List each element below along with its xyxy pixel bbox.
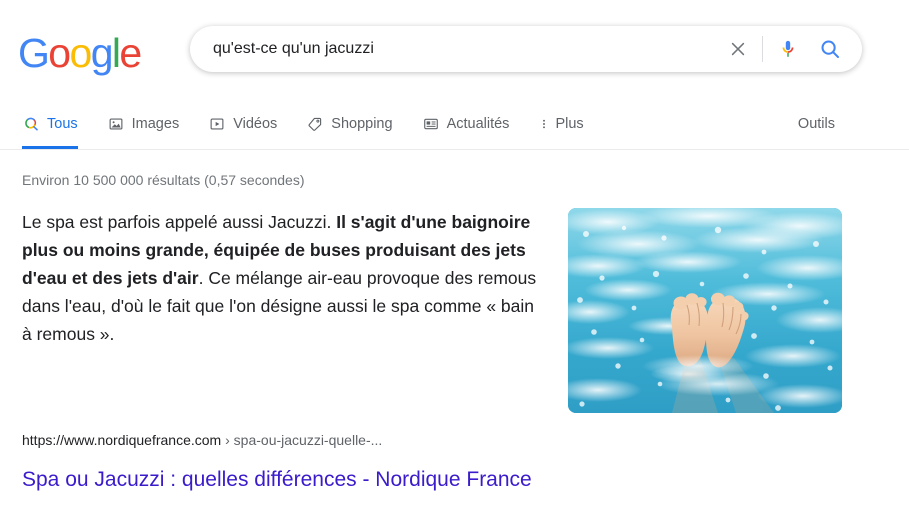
logo-letter-l: l xyxy=(111,30,121,76)
nav-tabs: Tous Images Vidéos Shopping Actualités P… xyxy=(22,100,613,149)
tools-label: Outils xyxy=(797,116,835,132)
tools-button[interactable]: Outils xyxy=(798,100,835,148)
clear-search-button[interactable] xyxy=(724,35,752,63)
url-separator: › xyxy=(221,432,234,448)
page-header: Google xyxy=(0,0,909,100)
tab-tous[interactable]: Tous xyxy=(22,100,78,149)
jacuzzi-feet-photo xyxy=(568,208,842,413)
search-nav-bar: Tous Images Vidéos Shopping Actualités P… xyxy=(0,100,909,150)
tab-label: Images xyxy=(131,116,180,132)
close-icon xyxy=(731,42,745,56)
microphone-icon xyxy=(782,40,794,57)
featured-snippet: Le spa est parfois appelé aussi Jacuzzi.… xyxy=(22,208,544,348)
tab-label: Shopping xyxy=(331,116,393,132)
active-tab-underline xyxy=(22,146,78,149)
search-input[interactable] xyxy=(191,32,724,66)
logo-letter-o2: o xyxy=(69,30,93,76)
logo-letter-o1: o xyxy=(48,30,71,76)
voice-search-button[interactable] xyxy=(773,34,803,64)
result-title-link[interactable]: Spa ou Jacuzzi : quelles différences - N… xyxy=(22,466,722,493)
video-icon xyxy=(208,115,226,133)
tab-videos[interactable]: Vidéos xyxy=(208,100,277,148)
image-icon xyxy=(107,115,125,133)
tab-label: Tous xyxy=(47,116,78,132)
result-thumbnail[interactable] xyxy=(568,208,842,413)
tab-shopping[interactable]: Shopping xyxy=(306,100,393,148)
search-bar[interactable] xyxy=(190,26,862,72)
result-url[interactable]: https://www.nordiquefrance.com › spa-ou-… xyxy=(22,430,722,450)
google-logo[interactable]: Google xyxy=(18,30,142,76)
tab-actualites[interactable]: Actualités xyxy=(422,100,510,148)
tag-icon xyxy=(306,115,324,133)
snippet-text-lead: Le spa est parfois appelé aussi Jacuzzi. xyxy=(22,212,337,232)
logo-letter-e: e xyxy=(119,30,142,76)
tab-label: Actualités xyxy=(446,116,510,132)
tab-label: Plus xyxy=(555,116,584,132)
news-icon xyxy=(422,115,440,133)
search-divider xyxy=(762,36,763,62)
tab-images[interactable]: Images xyxy=(107,100,180,148)
organic-result: https://www.nordiquefrance.com › spa-ou-… xyxy=(22,430,722,493)
url-path: spa-ou-jacuzzi-quelle-... xyxy=(233,432,383,448)
search-icon xyxy=(22,115,40,133)
tab-label: Vidéos xyxy=(233,116,278,132)
logo-letter-g2: g xyxy=(90,30,114,76)
search-submit-button[interactable] xyxy=(815,34,845,64)
result-stats: Environ 10 500 000 résultats (0,57 secon… xyxy=(22,172,305,188)
more-vertical-icon xyxy=(538,115,550,133)
logo-letter-g1: G xyxy=(18,30,50,76)
search-icon xyxy=(821,40,839,58)
url-domain: https://www.nordiquefrance.com xyxy=(22,432,222,448)
tab-plus[interactable]: Plus xyxy=(538,100,584,148)
